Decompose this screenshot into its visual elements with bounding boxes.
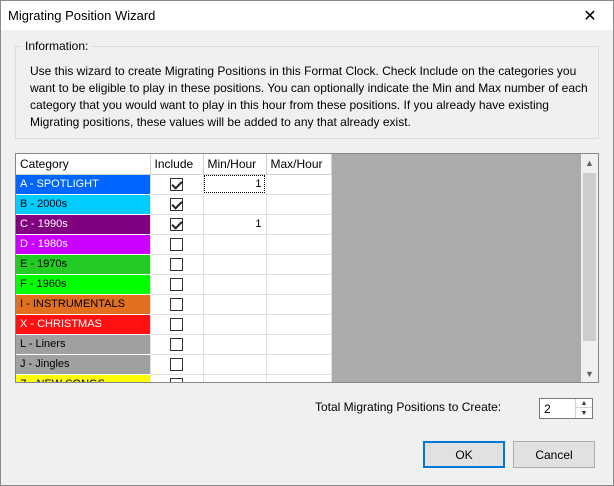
include-checkbox[interactable] [170, 257, 183, 271]
category-grid: Category Include Min/Hour Max/Hour A - S… [15, 153, 599, 383]
category-cell[interactable]: E - 1970s [16, 254, 151, 275]
max-hour-cell[interactable] [266, 354, 332, 375]
max-hour-cell[interactable] [266, 214, 332, 235]
table-row[interactable]: X - CHRISTMAS [16, 314, 332, 335]
max-hour-cell[interactable] [266, 234, 332, 255]
information-legend: Information: [22, 39, 92, 53]
include-checkbox[interactable] [170, 237, 183, 251]
total-positions-value[interactable]: 2 [544, 402, 551, 416]
spin-up-icon[interactable]: ▲ [576, 399, 592, 408]
include-checkbox[interactable] [170, 377, 183, 382]
max-hour-cell[interactable] [266, 174, 332, 195]
include-cell [150, 314, 204, 335]
column-header-max-hour[interactable]: Max/Hour [266, 154, 332, 175]
include-cell [150, 214, 204, 235]
information-group: Information: Use this wizard to create M… [15, 39, 599, 139]
include-cell [150, 354, 204, 375]
include-checkbox[interactable] [170, 317, 183, 331]
scroll-up-icon[interactable]: ▲ [581, 154, 598, 171]
include-checkbox[interactable] [170, 337, 183, 351]
include-cell [150, 334, 204, 355]
category-cell[interactable]: L - Liners [16, 334, 151, 355]
table-row[interactable]: C - 1990s 1 [16, 214, 332, 235]
include-checkbox[interactable] [170, 197, 183, 211]
include-cell [150, 194, 204, 215]
spin-down-icon[interactable]: ▼ [576, 409, 592, 418]
include-checkbox[interactable] [170, 277, 183, 291]
table-row[interactable]: A - SPOTLIGHT 1 [16, 174, 332, 195]
include-cell [150, 294, 204, 315]
max-hour-cell[interactable] [266, 274, 332, 295]
table-row[interactable]: I - INSTRUMENTALS [16, 294, 332, 315]
min-hour-cell[interactable]: 1 [203, 214, 267, 235]
include-checkbox[interactable] [170, 357, 183, 371]
grid-header-row: Category Include Min/Hour Max/Hour [16, 154, 332, 175]
include-cell [150, 374, 204, 382]
cancel-button[interactable]: Cancel [513, 441, 595, 468]
min-hour-cell[interactable] [203, 254, 267, 275]
window-title: Migrating Position Wizard [8, 8, 156, 23]
include-cell [150, 254, 204, 275]
table-row[interactable]: D - 1980s [16, 234, 332, 255]
table-row[interactable]: B - 2000s [16, 194, 332, 215]
table-row[interactable]: L - Liners [16, 334, 332, 355]
ok-button[interactable]: OK [423, 441, 505, 468]
scroll-down-icon[interactable]: ▼ [581, 365, 598, 382]
include-cell [150, 234, 204, 255]
category-cell[interactable]: X - CHRISTMAS [16, 314, 151, 335]
min-hour-cell[interactable] [203, 294, 267, 315]
total-positions-spinner[interactable]: 2 ▲ ▼ [539, 398, 593, 419]
min-hour-cell[interactable] [203, 314, 267, 335]
min-hour-cell[interactable]: 1 [203, 174, 267, 195]
category-cell[interactable]: B - 2000s [16, 194, 151, 215]
information-text: Use this wizard to create Migrating Posi… [30, 64, 588, 129]
min-hour-cell[interactable] [203, 354, 267, 375]
column-header-category[interactable]: Category [16, 154, 151, 175]
category-table: Category Include Min/Hour Max/Hour A - S… [16, 154, 332, 382]
wizard-window: Migrating Position Wizard ✕ Information:… [0, 0, 614, 486]
include-cell [150, 274, 204, 295]
category-cell[interactable]: Z - NEW SONGS [16, 374, 151, 382]
category-cell[interactable]: I - INSTRUMENTALS [16, 294, 151, 315]
include-checkbox[interactable] [170, 297, 183, 311]
category-cell[interactable]: D - 1980s [16, 234, 151, 255]
max-hour-cell[interactable] [266, 374, 332, 382]
scroll-thumb[interactable] [583, 173, 596, 341]
min-hour-cell[interactable] [203, 194, 267, 215]
total-positions-label: Total Migrating Positions to Create: [315, 400, 502, 414]
min-hour-cell[interactable] [203, 334, 267, 355]
min-hour-cell[interactable] [203, 374, 267, 382]
include-checkbox[interactable] [170, 177, 183, 191]
table-row[interactable]: F - 1960s [16, 274, 332, 295]
vertical-scrollbar[interactable]: ▲ ▼ [581, 154, 598, 382]
max-hour-cell[interactable] [266, 334, 332, 355]
column-header-include[interactable]: Include [150, 154, 204, 175]
max-hour-cell[interactable] [266, 194, 332, 215]
max-hour-cell[interactable] [266, 314, 332, 335]
title-bar: Migrating Position Wizard ✕ [1, 1, 613, 30]
column-header-min-hour[interactable]: Min/Hour [203, 154, 267, 175]
category-cell[interactable]: F - 1960s [16, 274, 151, 295]
min-hour-cell[interactable] [203, 274, 267, 295]
include-checkbox[interactable] [170, 217, 183, 231]
table-row[interactable]: E - 1970s [16, 254, 332, 275]
max-hour-cell[interactable] [266, 254, 332, 275]
close-icon[interactable]: ✕ [567, 1, 613, 30]
min-hour-cell[interactable] [203, 234, 267, 255]
include-cell [150, 174, 204, 195]
max-hour-cell[interactable] [266, 294, 332, 315]
table-row[interactable]: J - Jingles [16, 354, 332, 375]
spinner-buttons: ▲ ▼ [575, 399, 592, 418]
grid-body: A - SPOTLIGHT 1 B - 2000s C - 1990s 1 D - 198… [16, 174, 332, 382]
category-cell[interactable]: J - Jingles [16, 354, 151, 375]
category-cell[interactable]: C - 1990s [16, 214, 151, 235]
category-cell[interactable]: A - SPOTLIGHT [16, 174, 151, 195]
table-row[interactable]: Z - NEW SONGS [16, 374, 332, 382]
